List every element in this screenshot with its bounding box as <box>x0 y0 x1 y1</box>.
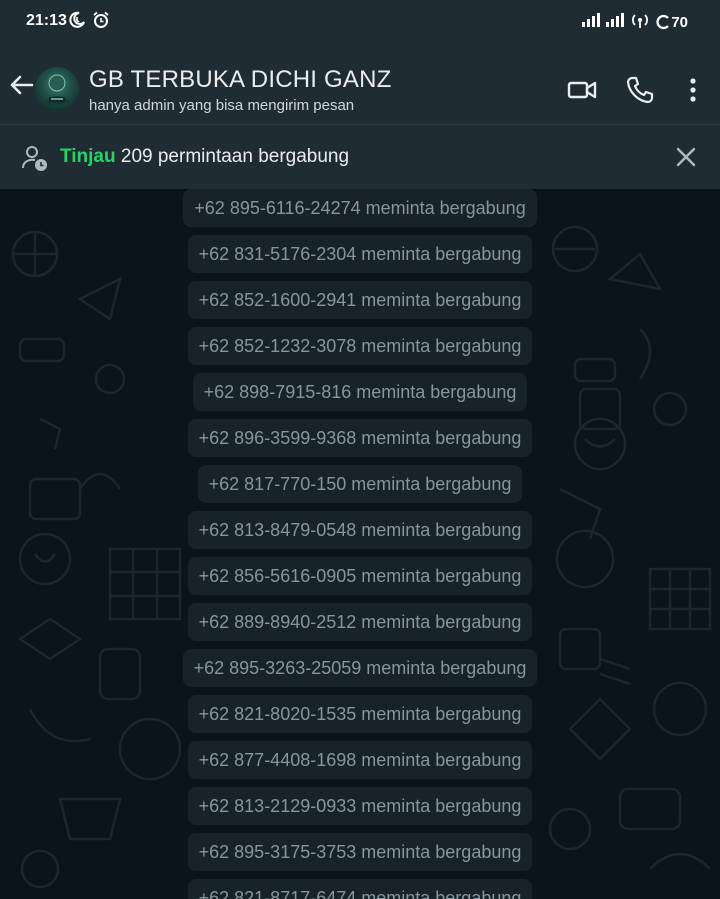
review-link[interactable]: Tinjau <box>60 146 116 167</box>
join-request-message: +62 813-8479-0548 meminta bergabung <box>187 511 533 549</box>
chat-header: GB TERBUKA DICHI GANZ hanya admin yang b… <box>0 44 720 125</box>
join-request-message: +62 831-5176-2304 meminta bergabung <box>187 235 533 273</box>
join-request-message: +62 821-8717-6474 meminta bergabung <box>187 879 533 899</box>
group-subtitle: hanya admin yang bisa mengirim pesan <box>89 97 355 114</box>
join-request-message: +62 898-7915-816 meminta bergabung <box>192 373 528 411</box>
join-request-message: +62 813-2129-0933 meminta bergabung <box>187 787 533 825</box>
group-title[interactable]: GB TERBUKA DICHI GANZ <box>89 66 391 94</box>
join-request-message: +62 895-3175-3753 meminta bergabung <box>187 833 533 871</box>
back-arrow-icon[interactable] <box>6 70 36 100</box>
join-requests-banner[interactable]: Tinjau 209 permintaan bergabung <box>0 125 720 189</box>
join-requests-text: Tinjau 209 permintaan bergabung <box>60 146 349 168</box>
chat-area[interactable]: +62 895-6116-24274 meminta bergabung +62 … <box>0 189 720 899</box>
join-request-message: +62 889-8940-2512 meminta bergabung <box>187 603 533 641</box>
status-right-icons: 70 <box>582 12 688 32</box>
signal-icon <box>606 13 625 31</box>
video-call-icon[interactable] <box>566 74 598 106</box>
system-message-list: +62 895-6116-24274 meminta bergabung +62 … <box>0 189 720 899</box>
more-vert-icon[interactable] <box>677 74 709 106</box>
join-request-message: +62 852-1232-3078 meminta bergabung <box>187 327 533 365</box>
group-avatar[interactable] <box>35 67 79 111</box>
join-request-message: +62 856-5616-0905 meminta bergabung <box>187 557 533 595</box>
close-icon[interactable] <box>674 145 698 169</box>
join-request-message: +62 895-3263-25059 meminta bergabung <box>182 649 538 687</box>
battery-level: 70 <box>671 13 688 31</box>
signal-icon <box>582 13 601 31</box>
person-clock-icon <box>22 144 48 172</box>
join-request-message: +62 821-8020-1535 meminta bergabung <box>187 695 533 733</box>
whatsapp-group-screen: 21:13 70 GB TERBUKA DICHI GANZ hanya adm… <box>0 0 720 899</box>
status-left-icons <box>68 11 110 34</box>
join-request-message: +62 852-1600-2941 meminta bergabung <box>187 281 533 319</box>
join-requests-count: 209 permintaan bergabung <box>115 146 350 167</box>
alarm-icon <box>92 11 110 34</box>
join-request-message: +62 817-770-150 meminta bergabung <box>197 465 523 503</box>
join-request-message: +62 877-4408-1698 meminta bergabung <box>187 741 533 779</box>
join-request-message: +62 896-3599-9368 meminta bergabung <box>187 419 533 457</box>
battery-icon: 70 <box>656 14 688 31</box>
hotspot-icon <box>630 12 650 32</box>
moon-icon <box>68 11 86 34</box>
status-bar: 21:13 70 <box>0 0 720 44</box>
voice-call-icon[interactable] <box>624 74 656 106</box>
status-time: 21:13 <box>26 12 67 29</box>
join-request-message: +62 895-6116-24274 meminta bergabung <box>183 189 537 227</box>
